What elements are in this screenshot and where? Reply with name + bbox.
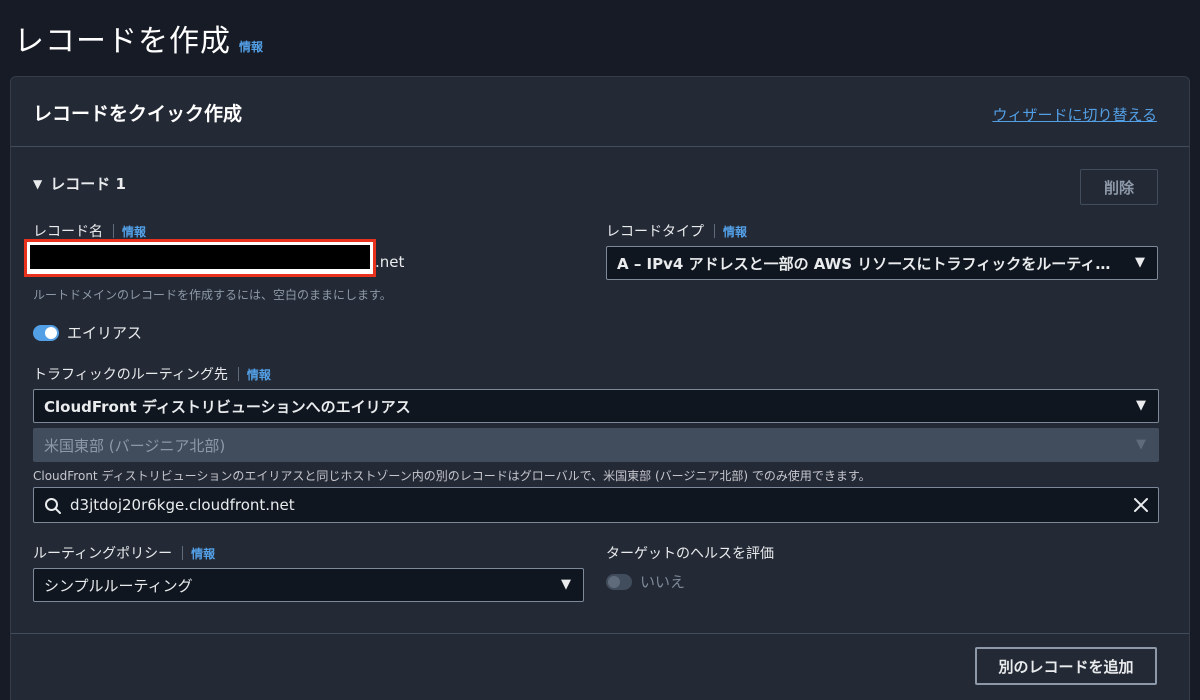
evaluate-health-value: いいえ <box>640 573 686 591</box>
region-select: 米国東部 (バージニア北部) ▼ <box>33 428 1159 462</box>
quick-create-panel: レコードをクイック作成 ウィザードに切り替える ▼ レコード 1 削除 レコード… <box>10 76 1190 700</box>
alias-target-value: d3jtdoj20r6kge.cloudfront.net <box>70 496 295 514</box>
record-type-info-link[interactable]: 情報 <box>723 223 747 240</box>
record-name-label: レコード名 <box>33 224 103 240</box>
add-another-record-button[interactable]: 別のレコードを追加 <box>975 647 1157 685</box>
page-info-link[interactable]: 情報 <box>239 38 263 55</box>
label-divider <box>182 546 184 560</box>
policy-label-row: ルーティングポリシー 情報 <box>33 543 215 563</box>
routing-policy-info-link[interactable]: 情報 <box>191 545 215 562</box>
route-target-value: CloudFront ディストリビューションへのエイリアス <box>44 397 411 416</box>
evaluate-health-label: ターゲットのヘルスを評価 <box>606 546 774 562</box>
evaluate-health-toggle <box>606 573 632 590</box>
page-header: レコードを作成 情報 <box>14 16 263 60</box>
alias-target-search[interactable]: d3jtdoj20r6kge.cloudfront.net <box>33 487 1159 523</box>
search-icon <box>45 498 61 514</box>
label-divider <box>714 224 715 238</box>
record-name-hint: ルートドメインのレコードを作成するには、空白のままにします。 <box>33 288 392 302</box>
region-hint: CloudFront ディストリビューションのエイリアスと同じホストゾーン内の別… <box>33 469 871 483</box>
routing-policy-value: シンプルルーティング <box>44 576 193 595</box>
routing-policy-label: ルーティングポリシー <box>33 546 173 562</box>
record-name-field-area: .net <box>24 239 404 277</box>
record-expand-toggle[interactable]: ▼ レコード 1 <box>33 173 126 194</box>
toggle-knob <box>45 326 57 339</box>
panel-title: レコードをクイック作成 <box>33 103 243 125</box>
route-target-info-link[interactable]: 情報 <box>247 366 271 383</box>
route-target-select[interactable]: CloudFront ディストリビューションへのエイリアス ▼ <box>33 389 1159 423</box>
close-icon[interactable] <box>1132 496 1150 514</box>
record-name-input-redacted[interactable] <box>24 239 376 277</box>
triangle-down-icon: ▼ <box>1135 255 1145 270</box>
record-type-label: レコードタイプ <box>606 224 704 240</box>
alias-toggle-row: エイリアス <box>33 322 142 343</box>
caret-down-icon: ▼ <box>33 176 43 191</box>
region-value: 米国東部 (バージニア北部) <box>44 436 226 455</box>
record-type-label-row: レコードタイプ 情報 <box>606 221 747 241</box>
label-divider <box>237 367 239 381</box>
record-section-title: レコード 1 <box>50 175 126 193</box>
toggle-knob <box>608 575 620 588</box>
delete-record-button[interactable]: 削除 <box>1080 169 1158 205</box>
footer-divider <box>11 633 1189 634</box>
label-divider <box>113 224 114 238</box>
route-label-row: トラフィックのルーティング先 情報 <box>33 364 271 384</box>
panel-header: レコードをクイック作成 ウィザードに切り替える <box>11 77 1189 147</box>
health-toggle-row: いいえ <box>606 571 685 592</box>
triangle-down-icon: ▼ <box>1136 437 1146 452</box>
record-type-select[interactable]: A – IPv4 アドレスと一部の AWS リソースにトラフィックをルーティング… <box>606 246 1158 280</box>
switch-to-wizard-link[interactable]: ウィザードに切り替える <box>992 104 1157 125</box>
alias-label: エイリアス <box>67 324 143 342</box>
domain-suffix: .net <box>375 253 405 271</box>
alias-toggle[interactable] <box>33 324 59 341</box>
triangle-down-icon: ▼ <box>1136 398 1146 413</box>
page-title: レコードを作成 <box>14 24 231 59</box>
routing-policy-select[interactable]: シンプルルーティング ▼ <box>33 568 584 602</box>
record-name-info-link[interactable]: 情報 <box>122 223 146 240</box>
triangle-down-icon: ▼ <box>561 577 571 592</box>
record-name-label-row: レコード名 情報 <box>33 221 146 241</box>
record-type-value: A – IPv4 アドレスと一部の AWS リソースにトラフィックをルーティング… <box>617 254 1123 273</box>
route-target-label: トラフィックのルーティング先 <box>33 367 228 383</box>
redaction-block <box>30 245 370 269</box>
health-label-row: ターゲットのヘルスを評価 <box>606 543 774 563</box>
